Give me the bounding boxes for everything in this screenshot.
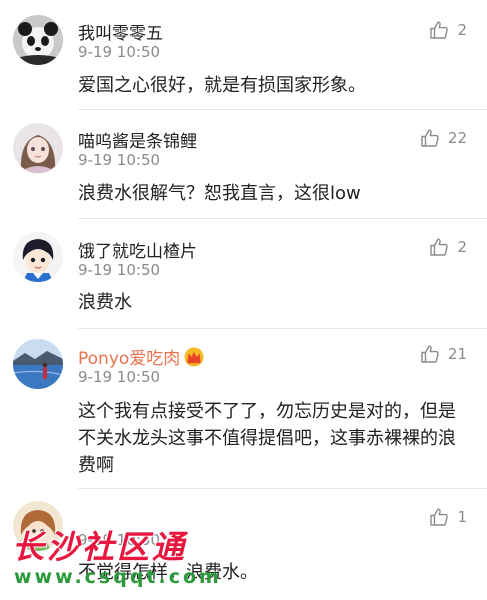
thumbs-up-icon	[421, 129, 439, 147]
timestamp: 9-19 10:50	[78, 43, 161, 61]
lake-avatar-icon	[13, 339, 63, 389]
username[interactable]: 喵呜酱是条锦鲤	[78, 127, 197, 152]
like-count: 21	[447, 345, 467, 363]
comment-list: 我叫零零五 9-19 10:50 2 爱国之心很好，就是有损国家形象。 喵呜酱是…	[0, 0, 487, 600]
comment-text: 爱国之心很好，就是有损国家形象。	[78, 75, 366, 96]
like-button[interactable]: 22	[420, 128, 467, 148]
comment-text: 这个我有点接受不了了，勿忘历史是对的，但是不关水龙头这事不值得提倡吧，这事赤裸裸…	[78, 401, 456, 476]
username[interactable]: 我叫零零五	[78, 19, 163, 44]
thumbs-up-icon	[430, 508, 449, 526]
like-count: 2	[457, 21, 467, 39]
cartoon-girl-avatar-icon	[13, 501, 63, 551]
like-button[interactable]: 1	[429, 507, 467, 527]
username-text: Ponyo爱吃肉	[78, 349, 181, 369]
panda-avatar-icon	[13, 15, 63, 65]
comment-item: 9-19 10:50 1 不觉得怎样，浪费水。	[0, 489, 487, 600]
avatar[interactable]	[13, 15, 63, 65]
comment-item: 我叫零零五 9-19 10:50 2 爱国之心很好，就是有损国家形象。	[0, 0, 487, 110]
thumbs-up-icon	[430, 21, 449, 39]
comment-text: 不觉得怎样，浪费水。	[78, 562, 258, 583]
comment-text: 浪费水	[78, 292, 132, 313]
timestamp: 9-19 10:50	[78, 151, 161, 169]
timestamp: 9-19 10:50	[78, 368, 161, 386]
like-button[interactable]: 21	[420, 344, 467, 364]
avatar[interactable]	[13, 123, 63, 173]
comment-item: 饿了就吃山楂片 9-19 10:50 2 浪费水	[0, 219, 487, 329]
like-count: 1	[457, 508, 467, 526]
thumbs-up-icon	[421, 345, 439, 363]
timestamp: 9-19 10:50	[78, 261, 161, 279]
doll-avatar-icon	[13, 123, 63, 173]
comment-item: Ponyo爱吃肉 9-19 10:50 21 这个我有点接受不了了，勿忘历史是对…	[0, 329, 487, 489]
like-button[interactable]: 2	[429, 237, 467, 257]
comment-text: 浪费水很解气？恕我直言，这很low	[78, 183, 361, 204]
like-button[interactable]: 2	[429, 20, 467, 40]
like-count: 2	[457, 238, 467, 256]
like-count: 22	[447, 129, 467, 147]
username[interactable]: 饿了就吃山楂片	[78, 237, 197, 262]
comment-item: 喵呜酱是条锦鲤 9-19 10:50 22 浪费水很解气？恕我直言，这很low	[0, 110, 487, 219]
avatar[interactable]	[13, 339, 63, 389]
cartoon-boy-avatar-icon	[13, 232, 63, 282]
timestamp: 9-19 10:50	[78, 531, 161, 549]
thumbs-up-icon	[430, 238, 449, 256]
avatar[interactable]	[13, 501, 63, 551]
crown-icon	[183, 347, 205, 372]
avatar[interactable]	[13, 232, 63, 282]
